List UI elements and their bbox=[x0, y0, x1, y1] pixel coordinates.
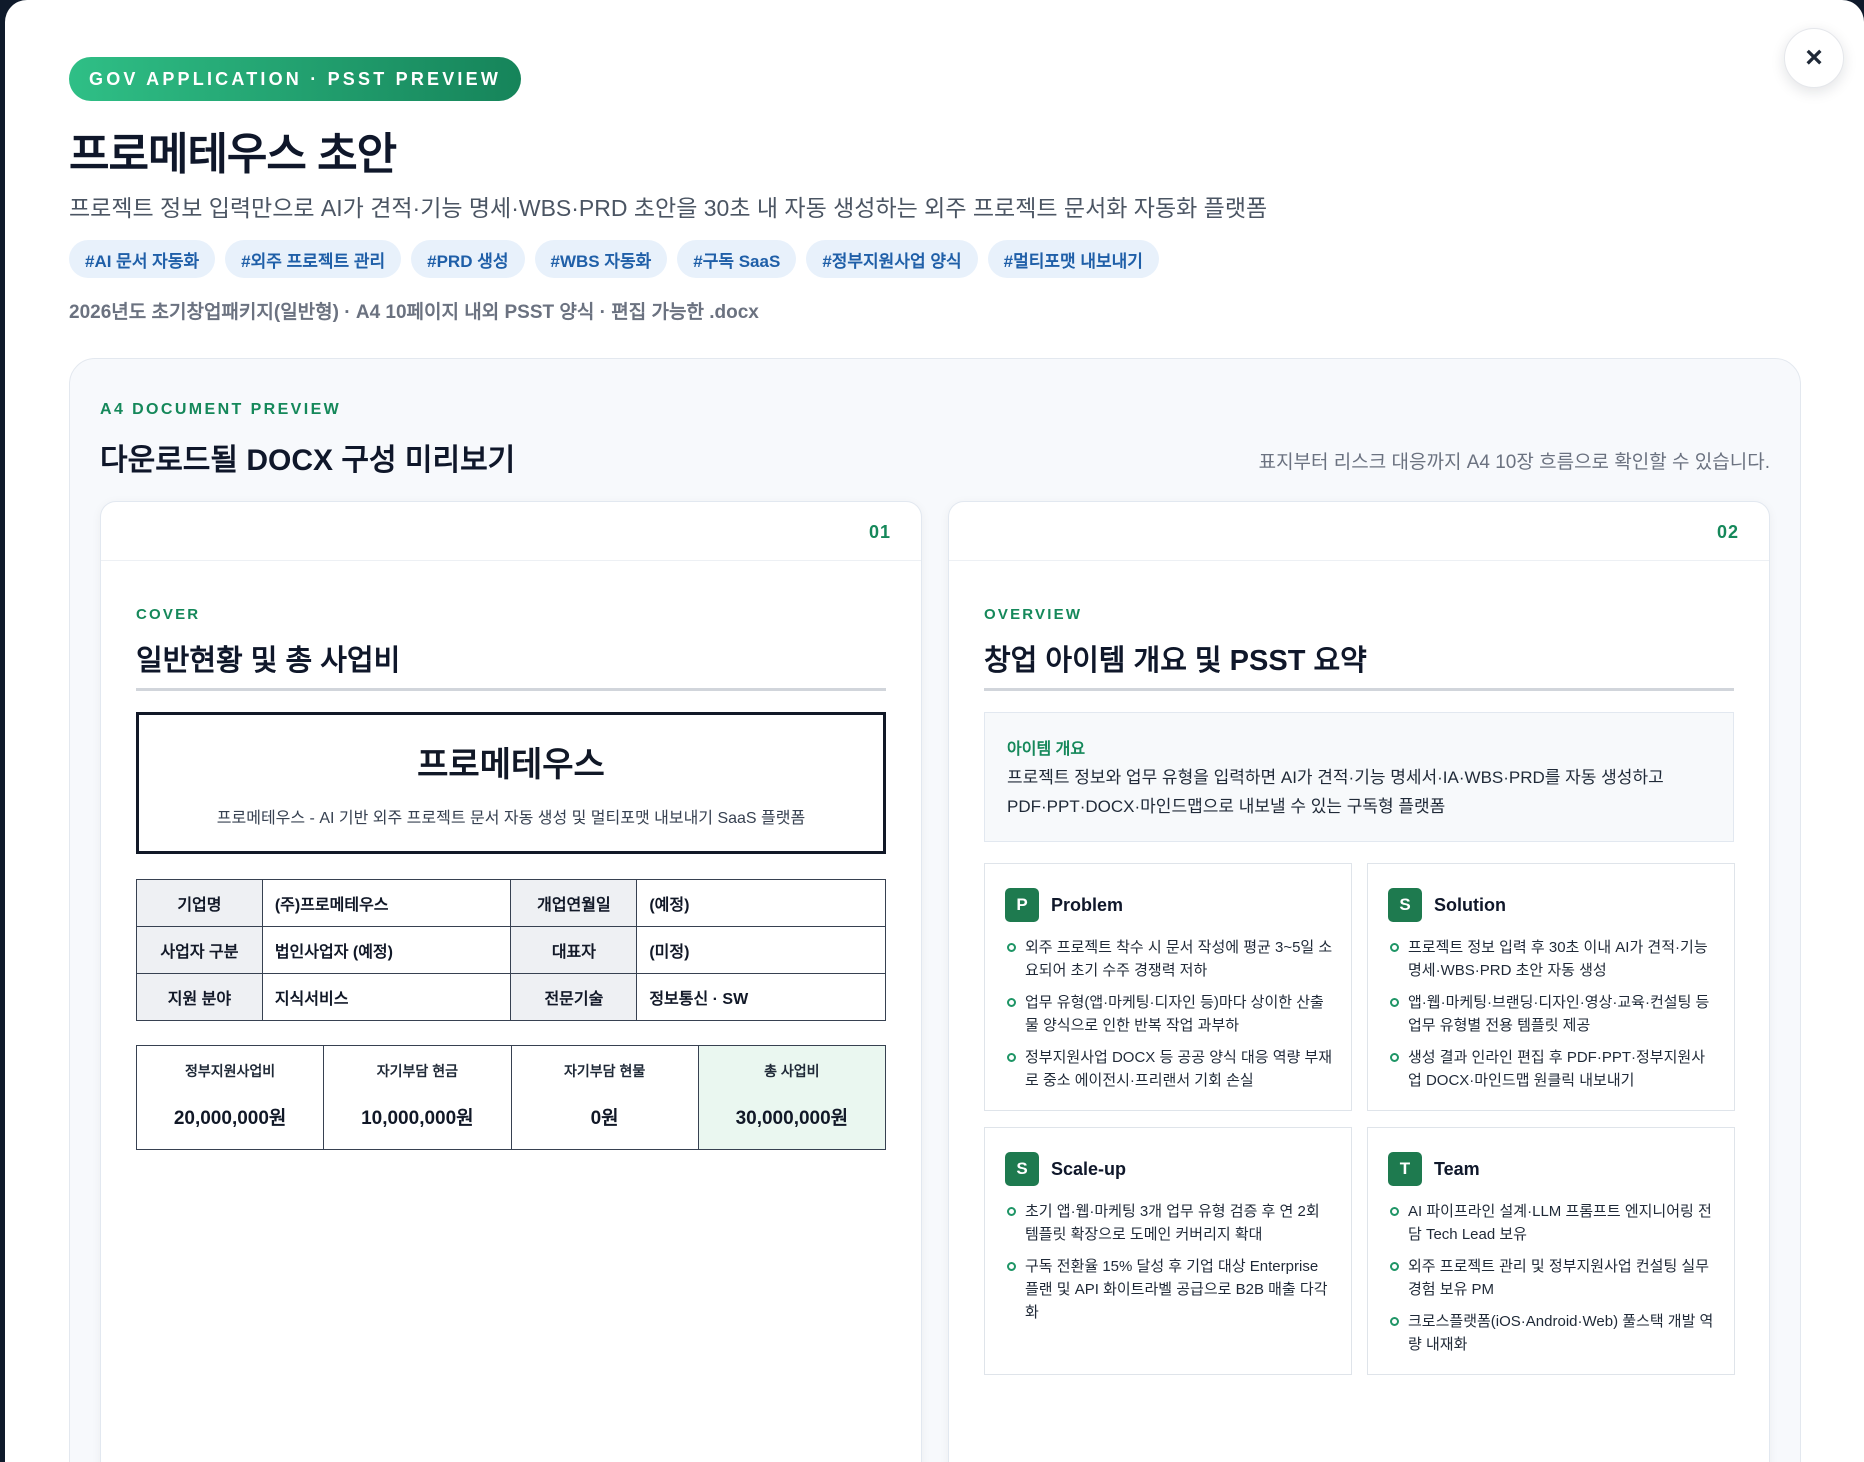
preview-note: 표지부터 리스크 대응까지 A4 10장 흐름으로 확인할 수 있습니다. bbox=[1258, 452, 1770, 473]
table-value: 정보통신 · SW bbox=[636, 973, 886, 1021]
section-title: 창업 아이템 개요 및 PSST 요약 bbox=[984, 645, 1367, 677]
psst-card-header: T Team bbox=[1388, 1152, 1480, 1186]
list-item: 구독 전환율 15% 달성 후 기업 대상 Enterprise 플랜 및 AP… bbox=[1005, 1255, 1335, 1324]
psst-card-header: P Problem bbox=[1005, 888, 1123, 922]
tag: #구독 SaaS bbox=[677, 240, 797, 278]
table-label: 전문기술 bbox=[510, 973, 638, 1021]
close-icon: × bbox=[1805, 41, 1823, 74]
psst-letter-badge: P bbox=[1005, 888, 1039, 922]
tag: #외주 프로젝트 관리 bbox=[225, 240, 402, 278]
tag: #멀티포맷 내보내기 bbox=[987, 240, 1159, 278]
table-label: 대표자 bbox=[510, 926, 638, 974]
company-name: 프로메테우스 bbox=[417, 746, 605, 784]
psst-card-team: T Team AI 파이프라인 설계·LLM 프롬프트 엔지니어링 전담 Tec… bbox=[1367, 1127, 1735, 1375]
budget-total-cell: 총 사업비 30,000,000원 bbox=[697, 1045, 887, 1150]
budget-label: 총 사업비 bbox=[764, 1063, 820, 1079]
table-label: 지원 분야 bbox=[136, 973, 263, 1021]
cover-title-box: 프로메테우스 프로메테우스 - AI 기반 외주 프로젝트 문서 자동 생성 및… bbox=[136, 712, 886, 854]
page-number: 02 bbox=[1716, 522, 1739, 542]
table-value: 법인사업자 (예정) bbox=[261, 926, 512, 974]
list-item: 외주 프로젝트 착수 시 문서 작성에 평균 3~5일 소요되어 초기 수주 경… bbox=[1005, 936, 1335, 982]
table-label: 개업연월일 bbox=[510, 879, 638, 927]
tag: #AI 문서 자동화 bbox=[69, 240, 216, 278]
table-row: 기업명 (주)프로메테우스 개업연월일 (예정) bbox=[136, 879, 886, 927]
document-meta: 2026년도 초기창업패키지(일반형) · A4 10페이지 내외 PSST 양… bbox=[69, 302, 759, 323]
a4-page-cover: 01 COVER 일반현황 및 총 사업비 프로메테우스 프로메테우스 - AI… bbox=[100, 501, 922, 1462]
psst-card-header: S Scale-up bbox=[1005, 1152, 1126, 1186]
hero-badge: GOV APPLICATION · PSST PREVIEW bbox=[69, 57, 522, 101]
company-description: 프로메테우스 - AI 기반 외주 프로젝트 문서 자동 생성 및 멀티포맷 내… bbox=[216, 810, 806, 827]
table-label: 기업명 bbox=[136, 879, 263, 927]
section-title: 일반현황 및 총 사업비 bbox=[136, 645, 401, 677]
preview-title: 다운로드될 DOCX 구성 미리보기 bbox=[100, 444, 516, 477]
table-row: 정부지원사업비 20,000,000원 자기부담 현금 10,000,000원 … bbox=[135, 1045, 887, 1150]
budget-table: 정부지원사업비 20,000,000원 자기부담 현금 10,000,000원 … bbox=[135, 1045, 887, 1150]
tag: #정부지원사업 양식 bbox=[806, 240, 978, 278]
list-item: 프로젝트 정보 입력 후 30초 이내 AI가 견적·기능 명세·WBS·PRD… bbox=[1388, 936, 1718, 982]
table-row: 지원 분야 지식서비스 전문기술 정보통신 · SW bbox=[136, 973, 886, 1021]
psst-letter-badge: S bbox=[1005, 1152, 1039, 1186]
list-item: 생성 결과 인라인 편집 후 PDF·PPT·정부지원사업 DOCX·마인드맵 … bbox=[1388, 1046, 1718, 1092]
table-value: (주)프로메테우스 bbox=[261, 879, 512, 927]
item-overview-box: 아이템 개요 프로젝트 정보와 업무 유형을 입력하면 AI가 견적·기능 명세… bbox=[984, 712, 1734, 842]
psst-card-title: Scale-up bbox=[1051, 1158, 1127, 1179]
list-item: 업무 유형(앱·마케팅·디자인 등)마다 상이한 산출물 양식으로 인한 반복 … bbox=[1005, 991, 1335, 1037]
psst-card-title: Team bbox=[1434, 1158, 1480, 1179]
budget-label: 자기부담 현물 bbox=[564, 1063, 646, 1079]
psst-card-problem: P Problem 외주 프로젝트 착수 시 문서 작성에 평균 3~5일 소요… bbox=[984, 863, 1352, 1111]
budget-label: 자기부담 현금 bbox=[376, 1063, 458, 1079]
budget-cell: 자기부담 현물 0원 bbox=[510, 1045, 699, 1150]
psst-card-title: Solution bbox=[1434, 894, 1506, 915]
tag-list: #AI 문서 자동화 #외주 프로젝트 관리 #PRD 생성 #WBS 자동화 … bbox=[69, 240, 1159, 278]
list-item: 크로스플랫폼(iOS·Android·Web) 풀스택 개발 역량 내재화 bbox=[1388, 1310, 1718, 1356]
item-overview-label: 아이템 개요 bbox=[1007, 741, 1086, 758]
a4-page-overview: 02 OVERVIEW 창업 아이템 개요 및 PSST 요약 아이템 개요 프… bbox=[948, 501, 1770, 1462]
item-overview-text: 프로젝트 정보와 업무 유형을 입력하면 AI가 견적·기능 명세서·IA·WB… bbox=[1007, 768, 1664, 816]
page-number-bar: 01 bbox=[101, 502, 921, 561]
page-subtitle: 프로젝트 정보 입력만으로 AI가 견적·기능 명세·WBS·PRD 초안을 3… bbox=[69, 195, 1268, 221]
section-divider bbox=[984, 688, 1734, 691]
list-item: AI 파이프라인 설계·LLM 프롬프트 엔지니어링 전담 Tech Lead … bbox=[1388, 1200, 1718, 1246]
budget-cell: 정부지원사업비 20,000,000원 bbox=[135, 1045, 325, 1150]
page-title: 프로메테우스 초안 bbox=[69, 130, 397, 179]
page-number: 01 bbox=[868, 522, 891, 542]
section-eyebrow: OVERVIEW bbox=[984, 606, 1083, 623]
close-button[interactable]: × bbox=[1784, 28, 1844, 88]
psst-card-scale-up: S Scale-up 초기 앱·웹·마케팅 3개 업무 유형 검증 후 연 2회… bbox=[984, 1127, 1352, 1375]
docx-preview-panel[interactable]: A4 DOCUMENT PREVIEW 다운로드될 DOCX 구성 미리보기 표… bbox=[69, 358, 1801, 1462]
budget-value: 30,000,000원 bbox=[735, 1108, 849, 1129]
budget-value: 20,000,000원 bbox=[173, 1108, 287, 1129]
psst-list: 초기 앱·웹·마케팅 3개 업무 유형 검증 후 연 2회 템플릿 확장으로 도… bbox=[1005, 1200, 1335, 1333]
budget-value: 0원 bbox=[590, 1108, 619, 1129]
table-label: 사업자 구분 bbox=[136, 926, 263, 974]
table-value: 지식서비스 bbox=[261, 973, 512, 1021]
psst-letter-badge: T bbox=[1388, 1152, 1422, 1186]
tag: #WBS 자동화 bbox=[534, 240, 668, 278]
psst-card-header: S Solution bbox=[1388, 888, 1506, 922]
list-item: 정부지원사업 DOCX 등 공공 양식 대응 역량 부재로 중소 에이전시·프리… bbox=[1005, 1046, 1335, 1092]
table-value: (예정) bbox=[636, 879, 886, 927]
list-item: 앱·웹·마케팅·브랜딩·디자인·영상·교육·컨설팅 등 업무 유형별 전용 템플… bbox=[1388, 991, 1718, 1037]
psst-list: AI 파이프라인 설계·LLM 프롬프트 엔지니어링 전담 Tech Lead … bbox=[1388, 1200, 1718, 1365]
preview-modal: × GOV APPLICATION · PSST PREVIEW 프로메테우스 … bbox=[5, 0, 1864, 1462]
psst-list: 외주 프로젝트 착수 시 문서 작성에 평균 3~5일 소요되어 초기 수주 경… bbox=[1005, 936, 1335, 1101]
company-info-table: 기업명 (주)프로메테우스 개업연월일 (예정) 사업자 구분 법인사업자 (예… bbox=[136, 879, 886, 1021]
list-item: 초기 앱·웹·마케팅 3개 업무 유형 검증 후 연 2회 템플릿 확장으로 도… bbox=[1005, 1200, 1335, 1246]
budget-value: 10,000,000원 bbox=[361, 1108, 474, 1129]
budget-label: 정부지원사업비 bbox=[185, 1063, 276, 1079]
psst-letter-badge: S bbox=[1388, 888, 1422, 922]
psst-list: 프로젝트 정보 입력 후 30초 이내 AI가 견적·기능 명세·WBS·PRD… bbox=[1388, 936, 1718, 1101]
section-eyebrow: COVER bbox=[136, 606, 201, 623]
preview-eyebrow: A4 DOCUMENT PREVIEW bbox=[100, 401, 342, 418]
table-value: (미정) bbox=[636, 926, 886, 974]
budget-cell: 자기부담 현금 10,000,000원 bbox=[323, 1045, 512, 1150]
table-row: 사업자 구분 법인사업자 (예정) 대표자 (미정) bbox=[136, 926, 886, 974]
list-item: 외주 프로젝트 관리 및 정부지원사업 컨설팅 실무 경험 보유 PM bbox=[1388, 1255, 1718, 1301]
psst-card-title: Problem bbox=[1051, 894, 1124, 915]
section-divider bbox=[136, 688, 886, 691]
page-number-bar: 02 bbox=[949, 502, 1769, 561]
psst-card-solution: S Solution 프로젝트 정보 입력 후 30초 이내 AI가 견적·기능… bbox=[1367, 863, 1735, 1111]
tag: #PRD 생성 bbox=[411, 240, 525, 278]
